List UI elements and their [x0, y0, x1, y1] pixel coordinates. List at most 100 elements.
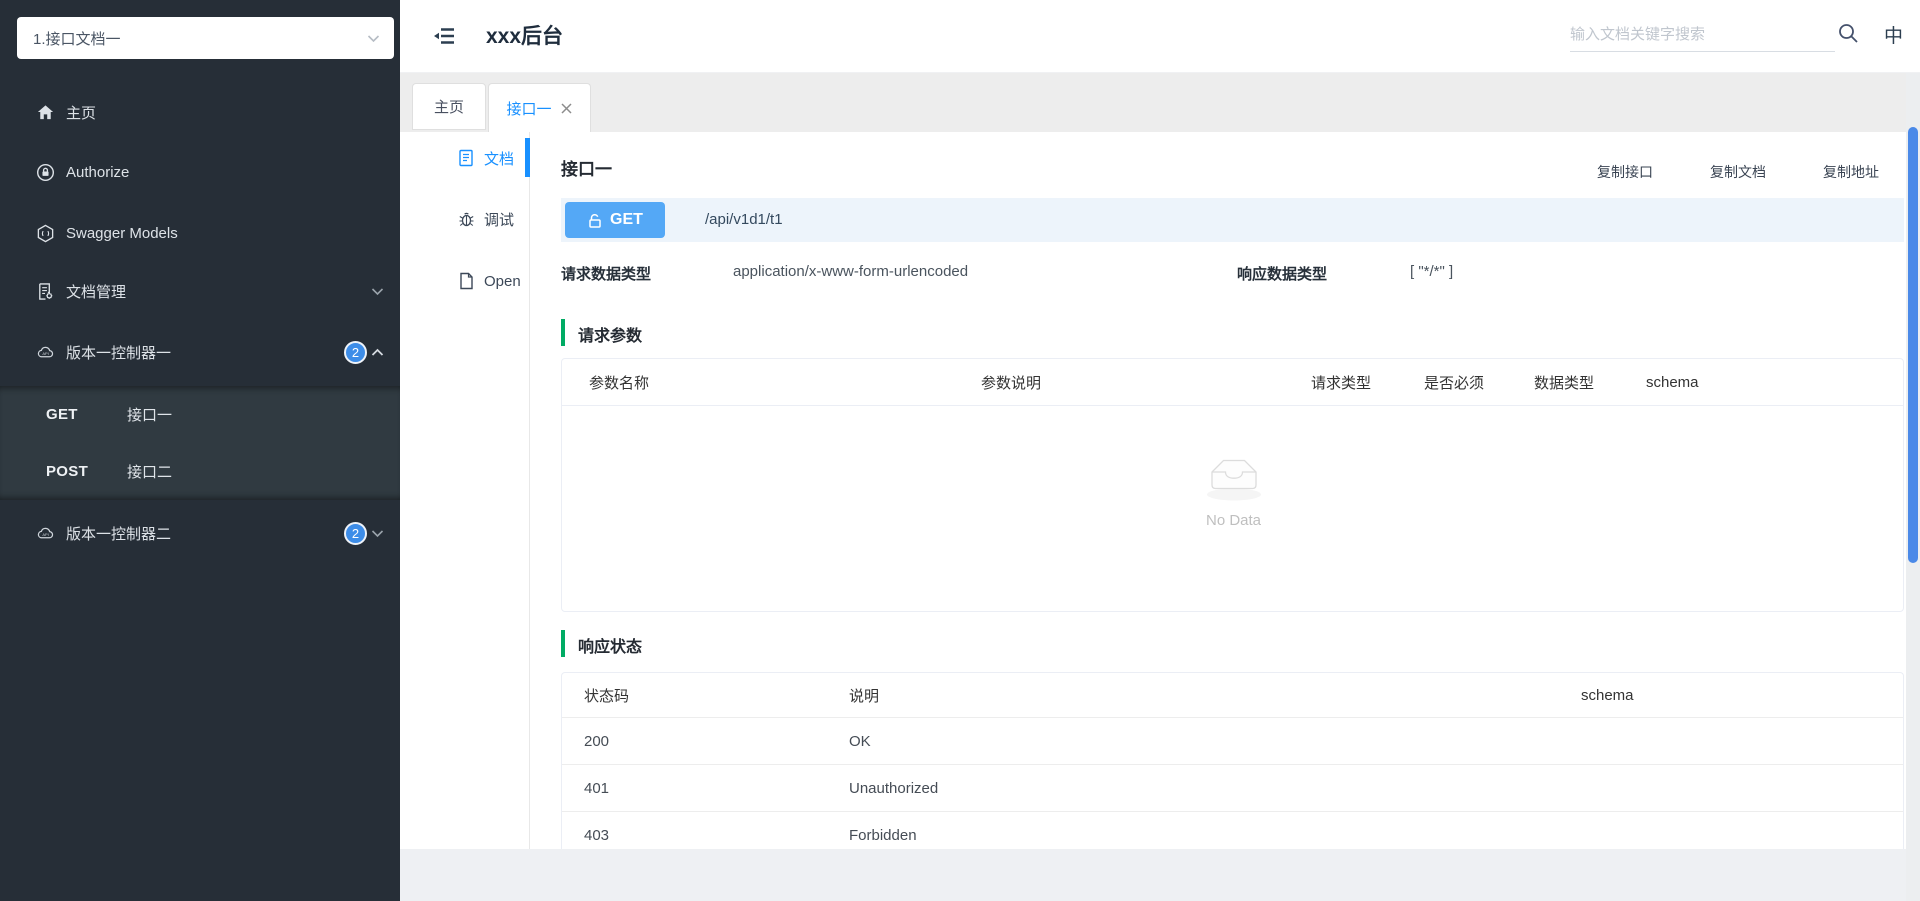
- file-icon: [460, 272, 473, 290]
- fold-menu-icon[interactable]: [433, 25, 456, 47]
- status-desc: Unauthorized: [849, 779, 939, 797]
- request-params-heading: 请求参数: [578, 328, 643, 345]
- language-toggle[interactable]: 中: [1884, 21, 1903, 48]
- sidebar-api-item-get[interactable]: GET 接口一: [0, 386, 400, 443]
- table-header-row: 状态码 说明 schema: [562, 673, 1903, 718]
- copy-api-button[interactable]: 复制接口: [1597, 162, 1653, 182]
- tab-label: 主页: [433, 99, 464, 116]
- section-marker: [561, 630, 565, 657]
- vertical-scrollbar[interactable]: [1906, 73, 1920, 901]
- method-label: GET: [610, 211, 643, 228]
- tab-label: 接口一: [506, 100, 552, 118]
- column-header: 状态码: [584, 687, 630, 705]
- api-name-label: 接口二: [127, 464, 173, 481]
- column-header: 说明: [849, 687, 880, 705]
- chevron-up-icon: [371, 348, 384, 356]
- sidebar-item-doc-manage[interactable]: 文档管理: [0, 269, 400, 313]
- chevron-down-icon: [371, 287, 384, 295]
- api-name-label: 接口一: [127, 407, 173, 424]
- search-input[interactable]: [1570, 18, 1835, 51]
- response-status-heading: 响应状态: [578, 639, 643, 656]
- tab-bar: 主页 接口一: [400, 73, 1920, 132]
- table-header-row: 参数名称 参数说明 请求类型 是否必须 数据类型 schema: [562, 359, 1903, 406]
- column-header: 请求类型: [1311, 374, 1372, 392]
- table-row: 200 OK: [562, 718, 1903, 765]
- sidebar-item-label: Swagger Models: [66, 224, 178, 242]
- column-header: 参数名称: [589, 374, 650, 392]
- status-code: 200: [584, 732, 610, 750]
- empty-state: No Data: [562, 454, 1905, 529]
- method-label: GET: [46, 406, 78, 423]
- empty-state-text: No Data: [1205, 512, 1262, 529]
- project-selector[interactable]: 1.接口文档一: [17, 17, 394, 59]
- sidebar-item-controller-one[interactable]: API 版本一控制器一 2: [0, 330, 400, 374]
- response-type-label: 响应数据类型: [1237, 266, 1328, 283]
- doc-tab-label: 文档: [484, 150, 515, 168]
- sidebar-item-label: 版本一控制器二: [66, 525, 172, 543]
- chevron-down-icon: [371, 529, 384, 537]
- content-footer-area: [400, 849, 1920, 901]
- request-type-value: application/x-www-form-urlencoded: [733, 263, 969, 280]
- endpoint-row: GET /api/v1d1/t1: [561, 198, 1904, 242]
- status-code: 403: [584, 827, 610, 844]
- doc-tab-open[interactable]: Open: [400, 263, 530, 299]
- sidebar-item-home[interactable]: 主页: [0, 90, 400, 134]
- close-icon[interactable]: [560, 102, 573, 115]
- sidebar-item-swagger-models[interactable]: Swagger Models: [0, 211, 400, 255]
- content-types-row: 请求数据类型 application/x-www-form-urlencoded…: [530, 263, 1906, 283]
- api-doc-panel: 接口一 复制接口 复制文档 复制地址 GET /api/v1d1/t1 请求数据…: [530, 132, 1906, 849]
- sidebar-item-label: Authorize: [66, 163, 130, 181]
- column-header: 参数说明: [981, 374, 1042, 392]
- sidebar-item-authorize[interactable]: Authorize: [0, 150, 400, 194]
- doc-settings-icon: [39, 282, 53, 300]
- sidebar-item-label: 主页: [66, 104, 97, 122]
- lock-icon: [36, 163, 55, 181]
- status-code: 401: [584, 779, 610, 797]
- home-icon: [37, 104, 54, 119]
- top-header: xxx后台 中: [400, 0, 1920, 73]
- scrollbar-thumb[interactable]: [1908, 127, 1918, 563]
- unlock-icon: [589, 213, 601, 228]
- sidebar: 1.接口文档一 主页 Authorize Swagger Models 文档管理…: [0, 0, 400, 901]
- copy-address-button[interactable]: 复制地址: [1823, 162, 1879, 182]
- column-header: 是否必须: [1424, 374, 1485, 392]
- status-desc: OK: [849, 732, 871, 750]
- api-cloud-icon: API: [37, 346, 54, 357]
- knife4j-app: 1.接口文档一 主页 Authorize Swagger Models 文档管理…: [0, 0, 1920, 901]
- sidebar-item-label: 版本一控制器一: [66, 344, 172, 362]
- request-params-table: 参数名称 参数说明 请求类型 是否必须 数据类型 schema No Data: [561, 358, 1904, 612]
- table-row: 403 Forbidden: [562, 812, 1903, 849]
- status-desc: Forbidden: [849, 827, 917, 844]
- project-selector-value: 1.接口文档一: [33, 30, 121, 48]
- column-header: 数据类型: [1534, 374, 1595, 392]
- app-title: xxx后台: [486, 25, 564, 48]
- controller-one-submenu: GET 接口一 POST 接口二: [0, 386, 400, 500]
- count-badge: 2: [344, 521, 367, 545]
- tab-home[interactable]: 主页: [412, 83, 486, 130]
- count-badge: 2: [344, 340, 367, 364]
- doc-tab-document[interactable]: 文档: [400, 140, 530, 176]
- chevron-down-icon: [367, 34, 380, 42]
- api-title: 接口一: [561, 160, 612, 179]
- doc-view-sidebar: 文档 调试 Open: [400, 132, 530, 849]
- response-type-value: [ "*/*" ]: [1410, 263, 1454, 280]
- sidebar-api-item-post[interactable]: POST 接口二: [0, 443, 400, 500]
- doc-tab-label: 调试: [484, 211, 515, 229]
- svg-text:API: API: [42, 531, 48, 536]
- doc-search-field: [1570, 18, 1835, 52]
- bug-icon: [459, 212, 474, 227]
- tab-api-one[interactable]: 接口一: [488, 83, 591, 132]
- models-hexagon-icon: [37, 224, 54, 242]
- search-icon[interactable]: [1838, 23, 1859, 44]
- doc-tab-label: Open: [484, 272, 521, 290]
- copy-doc-button[interactable]: 复制文档: [1710, 162, 1766, 182]
- empty-inbox-icon: [1206, 459, 1261, 501]
- column-header: schema: [1646, 373, 1699, 391]
- api-cloud-icon: API: [37, 527, 54, 538]
- api-path: /api/v1d1/t1: [705, 211, 783, 228]
- sidebar-item-controller-two[interactable]: API 版本一控制器二 2: [0, 511, 400, 555]
- svg-text:API: API: [42, 350, 48, 355]
- doc-tab-debug[interactable]: 调试: [400, 201, 530, 237]
- sidebar-item-label: 文档管理: [66, 283, 127, 301]
- method-badge: GET: [565, 202, 665, 238]
